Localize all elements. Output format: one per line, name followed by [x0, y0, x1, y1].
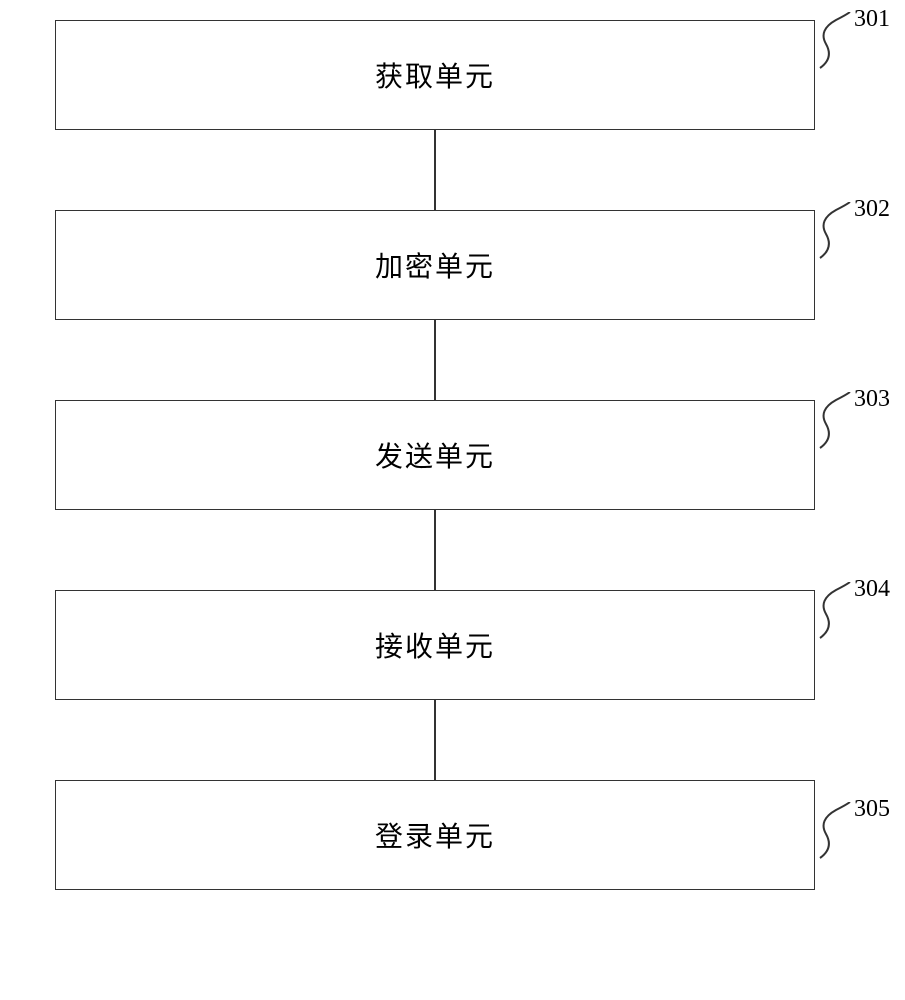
block-label: 登录单元 — [375, 815, 495, 855]
connector-line — [434, 510, 436, 590]
block-label: 获取单元 — [375, 55, 495, 95]
block-send-unit: 发送单元 — [55, 400, 815, 510]
leader-line-icon — [816, 392, 852, 452]
block-label: 接收单元 — [375, 625, 495, 665]
connector-line — [434, 130, 436, 210]
block-receive-unit: 接收单元 — [55, 590, 815, 700]
block-login-unit: 登录单元 — [55, 780, 815, 890]
block-label: 发送单元 — [375, 435, 495, 475]
block-acquire-unit: 获取单元 — [55, 20, 815, 130]
block-encrypt-unit: 加密单元 — [55, 210, 815, 320]
ref-number: 304 — [854, 576, 890, 603]
leader-line-icon — [816, 582, 852, 642]
leader-line-icon — [816, 202, 852, 262]
block-label: 加密单元 — [375, 245, 495, 285]
connector-line — [434, 700, 436, 780]
ref-number: 301 — [854, 6, 890, 33]
ref-number: 303 — [854, 386, 890, 413]
connector-line — [434, 320, 436, 400]
leader-line-icon — [816, 12, 852, 72]
ref-number: 302 — [854, 196, 890, 223]
ref-number: 305 — [854, 796, 890, 823]
leader-line-icon — [816, 802, 852, 862]
flow-diagram: 获取单元 301 加密单元 302 发送单元 303 接收单元 304 登录单元… — [0, 0, 905, 1000]
